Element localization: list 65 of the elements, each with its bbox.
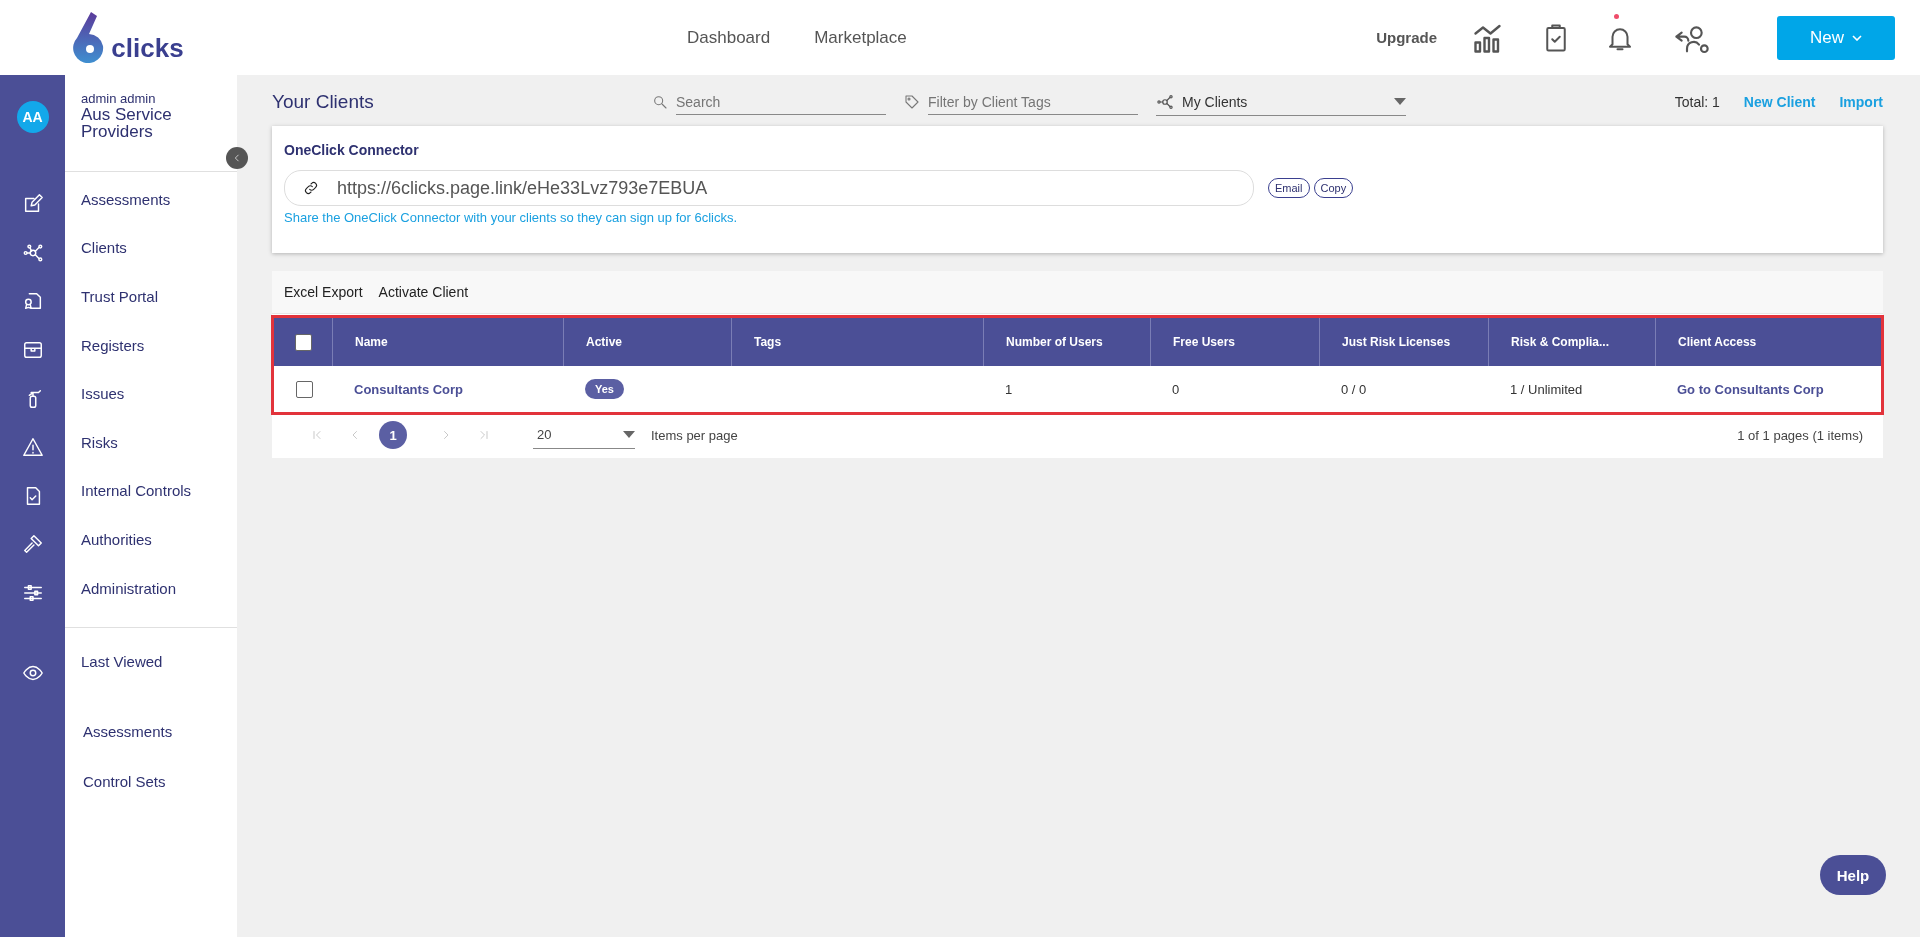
- sidebar-item[interactable]: Risks: [65, 417, 237, 467]
- column-header[interactable]: Client Access: [1655, 318, 1881, 366]
- upgrade-link[interactable]: Upgrade: [1376, 29, 1437, 46]
- first-page-icon: [311, 429, 323, 441]
- client-select[interactable]: My Clients: [1156, 88, 1406, 116]
- caret-icon: [1852, 34, 1862, 41]
- last-page-icon: [478, 429, 490, 441]
- table-cell: 0: [1172, 381, 1180, 397]
- page-button[interactable]: 1: [379, 421, 407, 449]
- sidebar-item[interactable]: Administration: [65, 563, 237, 613]
- tag-filter-field[interactable]: Filter by Client Tags: [928, 89, 1138, 115]
- pagination-summary: 1 of 1 pages (1 items): [1737, 427, 1863, 443]
- column-header[interactable]: Active: [563, 318, 731, 366]
- column-header[interactable]: Name: [332, 318, 563, 366]
- column-header[interactable]: Free Users: [1150, 318, 1319, 366]
- logo-text: clicks: [111, 32, 184, 64]
- chevron-left-icon: [232, 153, 242, 163]
- column-header[interactable]: Tags: [731, 318, 983, 366]
- sidebar-item[interactable]: Authorities: [65, 515, 237, 564]
- status-badge: Yes: [585, 379, 624, 399]
- search-field[interactable]: Search: [676, 89, 886, 115]
- dropdown-arrow-icon: [623, 431, 635, 438]
- table-cell: 1 / Unlimited: [1510, 381, 1583, 397]
- help-button[interactable]: Help: [1820, 855, 1886, 895]
- connector-button[interactable]: Email: [1268, 178, 1310, 198]
- connector-title: OneClick Connector: [284, 142, 420, 158]
- table-link[interactable]: Go to Consultants Corp: [1677, 381, 1824, 397]
- sidebar-item[interactable]: Registers: [65, 320, 237, 370]
- table-cell: 1: [1005, 381, 1013, 397]
- link-icon: [303, 180, 319, 196]
- sidebar-item[interactable]: Clients: [65, 223, 237, 273]
- dropdown-arrow-icon: [1394, 98, 1406, 105]
- row-checkbox[interactable]: [296, 380, 313, 398]
- last-viewed-item[interactable]: Last Viewed: [65, 628, 237, 695]
- sidebar-item[interactable]: Internal Controls: [65, 466, 237, 516]
- user-name: admin admin: [81, 91, 157, 106]
- collapse-button[interactable]: [226, 147, 248, 169]
- page-size-label: Items per page: [651, 427, 738, 443]
- select-all-checkbox[interactable]: [294, 333, 312, 351]
- total-count: Total: 1: [1674, 94, 1720, 110]
- table-link[interactable]: Consultants Corp: [354, 381, 464, 397]
- url-field[interactable]: https://6clicks.page.link/eHe33Lvz793e7EBUA: [284, 170, 1254, 206]
- recent-item[interactable]: Assessments: [65, 706, 237, 757]
- nav-link[interactable]: Marketplace: [814, 27, 907, 48]
- organization-name: Aus Service Providers: [81, 106, 173, 140]
- table-action[interactable]: Activate Client: [378, 284, 469, 300]
- sidebar-item[interactable]: Issues: [65, 369, 237, 418]
- table-action[interactable]: Excel Export: [284, 284, 363, 300]
- network-icon: [1156, 92, 1174, 111]
- gavel-icon: [21, 533, 44, 556]
- nav-link[interactable]: Dashboard: [687, 27, 771, 48]
- warning-icon: [21, 436, 44, 459]
- connector-button[interactable]: Copy: [1313, 178, 1354, 198]
- column-header[interactable]: Just Risk Licenses: [1319, 318, 1488, 366]
- sidebar-item[interactable]: Assessments: [65, 175, 237, 224]
- search-icon: [652, 94, 668, 110]
- sidebar-item[interactable]: Trust Portal: [65, 272, 237, 321]
- connector-hint: Share the OneClick Connector with your clients so they can sign up for 6clicks.: [284, 210, 739, 225]
- page-size-select[interactable]: 20: [533, 421, 635, 449]
- recent-item[interactable]: Control Sets: [65, 756, 237, 807]
- tag-icon: [904, 94, 920, 110]
- table-cell: 0 / 0: [1341, 381, 1367, 397]
- column-header[interactable]: Risk & Complia...: [1488, 318, 1655, 366]
- column-header[interactable]: Number of Users: [983, 318, 1150, 366]
- page-title: Your Clients: [272, 91, 375, 113]
